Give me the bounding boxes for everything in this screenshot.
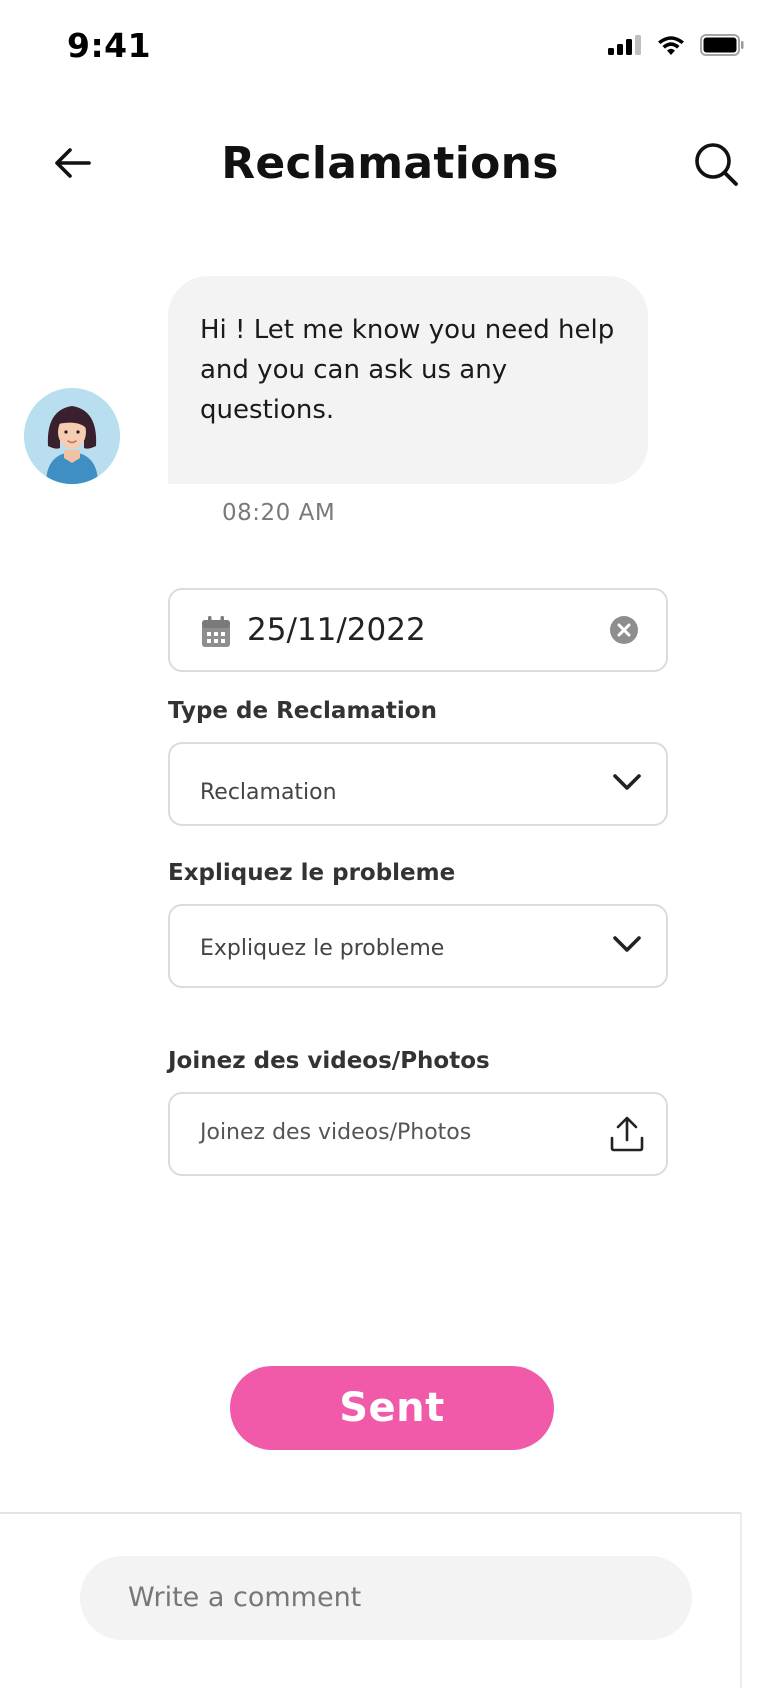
signal-icon <box>608 35 641 55</box>
support-avatar <box>24 388 120 484</box>
wifi-icon <box>658 36 684 55</box>
sent-button[interactable]: Sent <box>230 1366 554 1450</box>
date-field[interactable]: 25/11/2022 <box>168 588 668 672</box>
search-icon <box>695 143 738 186</box>
woman-avatar-icon <box>24 388 120 484</box>
explain-label: Expliquez le probleme <box>168 860 456 886</box>
status-bar: 9:41 <box>0 0 780 92</box>
chevron-down-icon <box>613 774 641 790</box>
status-time: 9:41 <box>67 26 152 65</box>
side-divider <box>740 1512 742 1688</box>
explain-select-placeholder: Expliquez le probleme <box>200 936 445 961</box>
attach-label: Joinez des videos/Photos <box>168 1048 490 1074</box>
chevron-down-icon <box>613 936 641 952</box>
date-value: 25/11/2022 <box>247 612 426 648</box>
calendar-icon <box>202 616 230 647</box>
close-icon <box>617 623 631 637</box>
comment-input[interactable]: Write a comment <box>80 1556 692 1640</box>
battery-icon <box>700 34 744 56</box>
type-select-value: Reclamation <box>200 780 337 805</box>
clear-date-button[interactable] <box>610 616 638 644</box>
chat-message-time: 08:20 AM <box>222 500 336 526</box>
search-button[interactable] <box>692 140 740 188</box>
status-icons <box>608 34 744 56</box>
comment-placeholder: Write a comment <box>128 1582 362 1613</box>
type-select[interactable]: Reclamation <box>168 742 668 826</box>
chat-message-bubble: Hi ! Let me know you need help and you c… <box>168 276 648 484</box>
bottom-divider <box>0 1512 740 1514</box>
page-title: Reclamations <box>221 138 559 189</box>
attach-media-field[interactable]: Joinez des videos/Photos <box>168 1092 668 1176</box>
chat-message-text: Hi ! Let me know you need help and you c… <box>200 315 615 425</box>
explain-select[interactable]: Expliquez le probleme <box>168 904 668 988</box>
upload-icon[interactable] <box>610 1116 644 1152</box>
attach-media-placeholder: Joinez des videos/Photos <box>200 1120 472 1145</box>
type-label: Type de Reclamation <box>168 698 437 724</box>
app-header: Reclamations <box>0 120 780 220</box>
